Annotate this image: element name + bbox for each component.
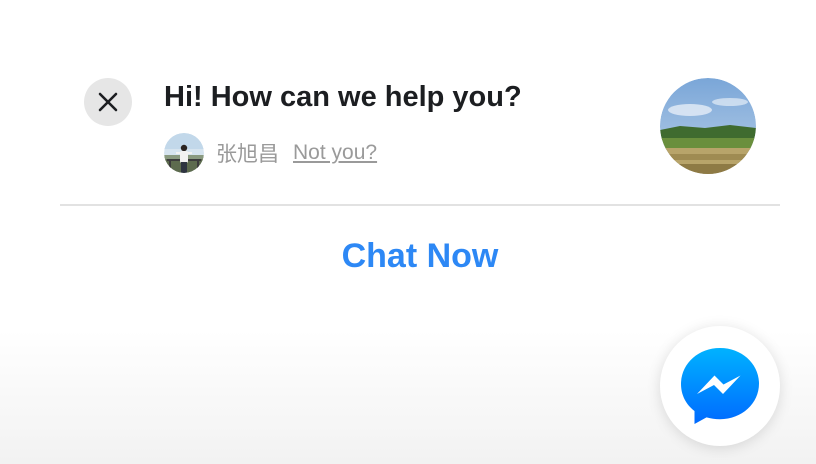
messenger-launcher-button[interactable] <box>660 326 780 446</box>
chat-now-button[interactable]: Chat Now <box>60 226 780 286</box>
divider <box>60 204 780 206</box>
user-avatar <box>164 133 204 173</box>
not-you-link[interactable]: Not you? <box>293 141 377 165</box>
user-identity-row: 张旭昌 Not you? <box>164 133 377 173</box>
page-avatar <box>660 78 756 174</box>
close-button[interactable] <box>84 78 132 126</box>
messenger-icon <box>681 348 759 424</box>
close-icon <box>98 92 118 112</box>
greeting-heading: Hi! How can we help you? <box>164 81 522 113</box>
user-name: 张旭昌 <box>216 143 279 166</box>
chat-prompt-card: Hi! How can we help you? 张旭昌 Not you? Ch… <box>60 50 780 300</box>
